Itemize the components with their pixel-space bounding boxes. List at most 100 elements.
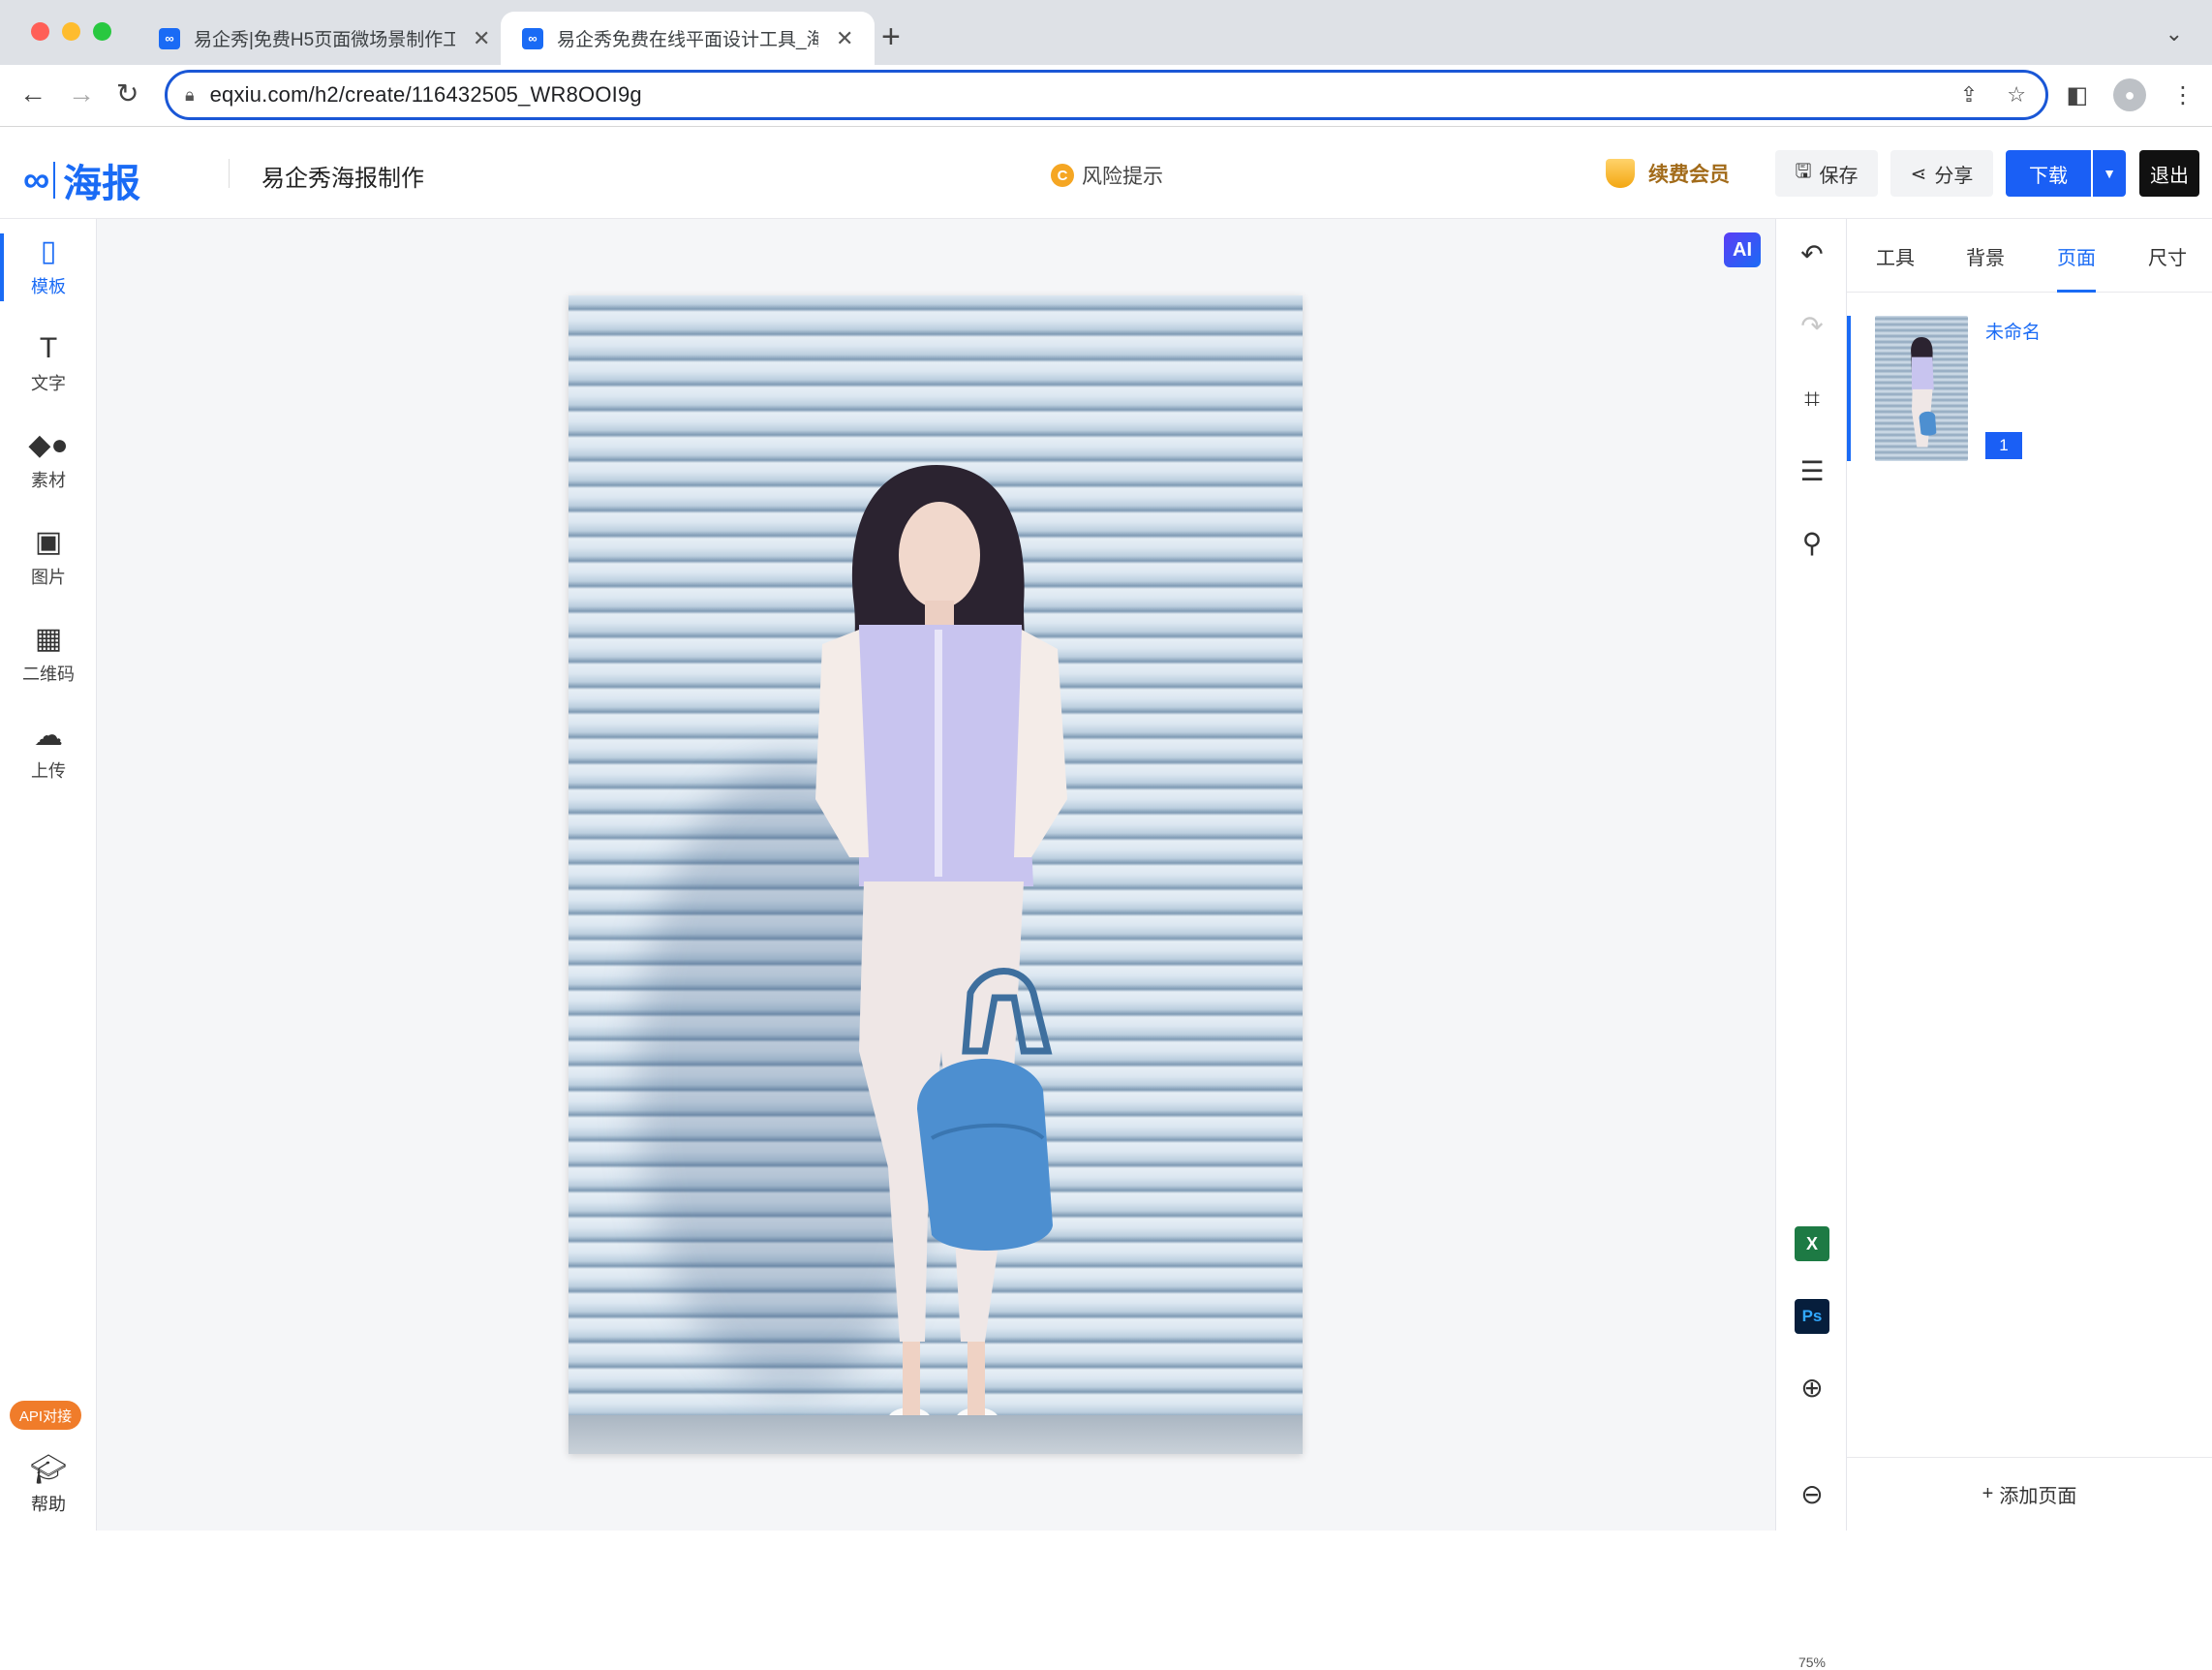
sidebar-item-template[interactable]: ▯ 模板 xyxy=(0,224,97,311)
poster-artboard[interactable] xyxy=(568,295,1303,1454)
sidebar-item-materials[interactable]: ◆● 素材 xyxy=(0,418,97,505)
page-selected-indicator xyxy=(1847,316,1851,461)
close-tab-icon[interactable]: ✕ xyxy=(836,26,853,51)
sidebar-item-label: 图片 xyxy=(31,568,66,587)
reload-icon[interactable]: ↻ xyxy=(116,78,138,109)
qrcode-icon: ▦ xyxy=(34,623,63,655)
sidebar-item-label: 二维码 xyxy=(22,665,75,684)
eqxiu-favicon-icon: ∞ xyxy=(522,27,543,49)
browser-tab-2[interactable]: ∞ 易企秀免费在线平面设计工具_海报 ✕ xyxy=(501,12,876,65)
zoom-level: 75% xyxy=(1797,1655,1827,1670)
crop-frame-icon[interactable]: ⌗ xyxy=(1776,384,1848,416)
sidebar-item-image[interactable]: ▣ 图片 xyxy=(0,514,97,602)
page-number-badge: 1 xyxy=(1985,432,2022,459)
share-page-icon[interactable]: ⇪ xyxy=(1960,82,1978,108)
lock-icon: 🔒︎ xyxy=(185,84,195,105)
forward-arrow-icon[interactable]: → xyxy=(68,78,95,109)
new-tab-button[interactable]: + xyxy=(881,19,901,54)
share-nodes-icon: ⋖ xyxy=(1910,163,1927,185)
add-page-label: 添加页面 xyxy=(1999,1486,2077,1507)
side-panel-icon[interactable]: ◧ xyxy=(2066,81,2088,109)
left-sidebar: ▯ 模板 T 文字 ◆● 素材 ▣ 图片 ▦ 二维码 ☁ 上传 xyxy=(0,219,97,1531)
risk-c-icon: C xyxy=(1051,164,1074,187)
close-window-button[interactable] xyxy=(31,22,49,41)
template-icon: ▯ xyxy=(40,235,57,267)
photoshop-icon: Ps xyxy=(1795,1299,1829,1334)
tab-title: 易企秀|免费H5页面微场景制作工具 xyxy=(194,30,455,50)
right-toolbar: ↶ ↷ ⌗ ☰ ⚲ X Ps ⊕ 75% ⊖ xyxy=(1775,219,1848,1670)
poster-floor xyxy=(568,1415,1303,1454)
app-title: 易企秀海报制作 xyxy=(261,166,424,192)
share-label: 分享 xyxy=(1934,165,1974,187)
infinity-logo-icon: ∞ xyxy=(23,159,49,201)
help-button[interactable]: 🎓︎ 帮助 xyxy=(0,1453,97,1516)
api-badge[interactable]: API对接 xyxy=(10,1401,81,1430)
page-thumbnail[interactable] xyxy=(1875,316,1968,461)
page-name[interactable]: 未命名 xyxy=(1985,318,2041,344)
browser-toolbar: ← → ↻ 🔒︎ eqxiu.com/h2/create/116432505_W… xyxy=(0,65,2212,127)
logo-text: 海报 xyxy=(63,163,141,205)
tab-tools[interactable]: 工具 xyxy=(1876,242,1915,270)
tab-pages[interactable]: 页面 xyxy=(2057,242,2096,293)
vip-shield-icon xyxy=(1606,159,1635,188)
zoom-out-icon[interactable]: ⊖ xyxy=(1776,1478,1848,1510)
save-button[interactable]: 🖫︎ 保存 xyxy=(1775,150,1878,197)
logo-divider xyxy=(53,162,56,199)
exit-label: 退出 xyxy=(2150,165,2189,187)
tab-search-chevron-icon[interactable]: ⌄ xyxy=(2166,21,2183,46)
renew-vip-button[interactable]: 续费会员 xyxy=(1606,159,1730,188)
header-divider xyxy=(229,159,230,188)
minimize-window-button[interactable] xyxy=(62,22,80,41)
sidebar-item-label: 文字 xyxy=(31,374,66,393)
risk-warning-button[interactable]: C 风险提示 xyxy=(1051,161,1163,190)
page-card[interactable]: 未命名 1 xyxy=(1847,316,2212,463)
sidebar-item-label: 模板 xyxy=(31,277,66,296)
browser-tab-strip: ∞ 易企秀|免费H5页面微场景制作工具 ✕ ∞ 易企秀免费在线平面设计工具_海报… xyxy=(0,0,2212,65)
fashion-model-photo xyxy=(815,465,1067,1431)
bookmark-star-icon[interactable]: ☆ xyxy=(2007,82,2026,108)
text-icon: T xyxy=(39,332,58,364)
clean-brush-icon[interactable]: ⚲ xyxy=(1776,527,1848,559)
graduation-cap-icon: 🎓︎ xyxy=(29,1454,68,1486)
excel-import-button[interactable]: X xyxy=(1776,1226,1848,1261)
download-dropdown-caret-icon[interactable]: ▼ xyxy=(2093,150,2126,197)
sidebar-item-qrcode[interactable]: ▦ 二维码 xyxy=(0,611,97,698)
sidebar-item-text[interactable]: T 文字 xyxy=(0,321,97,408)
right-panel-tabs: 工具 背景 页面 尺寸 xyxy=(1847,219,2212,293)
save-label: 保存 xyxy=(1819,165,1859,187)
app-header: ∞ 海报 易企秀海报制作 C 风险提示 续费会员 🖫︎ 保存 ⋖ 分享 下载 ▼… xyxy=(0,127,2212,219)
plus-icon: + xyxy=(1982,1483,1994,1504)
tab-size[interactable]: 尺寸 xyxy=(2148,242,2187,270)
redo-icon[interactable]: ↷ xyxy=(1776,310,1848,342)
eqxiu-logo[interactable]: ∞ 海报 xyxy=(23,152,140,208)
photoshop-import-button[interactable]: Ps xyxy=(1776,1299,1848,1334)
add-page-button[interactable]: + 添加页面 xyxy=(1847,1457,2212,1531)
layers-icon[interactable]: ☰ xyxy=(1776,455,1848,487)
close-tab-icon[interactable]: ✕ xyxy=(473,26,490,51)
undo-icon[interactable]: ↶ xyxy=(1776,238,1848,270)
back-arrow-icon[interactable]: ← xyxy=(19,78,46,109)
maximize-window-button[interactable] xyxy=(93,22,111,41)
vip-label: 续费会员 xyxy=(1648,164,1730,186)
profile-avatar-icon[interactable]: ● xyxy=(2113,78,2146,111)
sidebar-item-label: 上传 xyxy=(31,761,66,781)
right-panel: 工具 背景 页面 尺寸 未命名 1 + 添加页面 xyxy=(1847,219,2212,1531)
eqxiu-favicon-icon: ∞ xyxy=(159,27,180,49)
browser-menu-icon[interactable]: ⋮ xyxy=(2171,81,2195,109)
address-bar[interactable]: 🔒︎ eqxiu.com/h2/create/116432505_WR8OOI9… xyxy=(165,70,2048,120)
risk-label: 风险提示 xyxy=(1082,166,1163,188)
image-icon: ▣ xyxy=(34,526,63,558)
sidebar-item-upload[interactable]: ☁ 上传 xyxy=(0,708,97,795)
url-text[interactable]: eqxiu.com/h2/create/116432505_WR8OOI9g xyxy=(210,82,642,108)
shapes-icon: ◆● xyxy=(28,429,69,461)
share-button[interactable]: ⋖ 分享 xyxy=(1890,150,1993,197)
browser-tab-1[interactable]: ∞ 易企秀|免费H5页面微场景制作工具 ✕ xyxy=(138,12,511,65)
tab-title: 易企秀免费在线平面设计工具_海报 xyxy=(557,30,818,50)
sidebar-item-label: 素材 xyxy=(31,471,66,490)
exit-button[interactable]: 退出 xyxy=(2139,150,2199,197)
tab-background[interactable]: 背景 xyxy=(1966,242,2005,270)
zoom-in-icon[interactable]: ⊕ xyxy=(1776,1372,1848,1404)
ai-assistant-button[interactable]: AI xyxy=(1724,232,1761,267)
help-label: 帮助 xyxy=(31,1495,66,1514)
download-button[interactable]: 下载 xyxy=(2006,150,2091,197)
